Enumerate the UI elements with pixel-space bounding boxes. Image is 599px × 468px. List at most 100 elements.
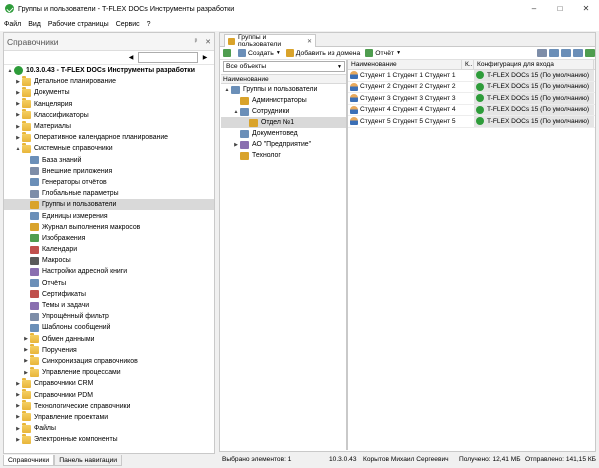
tree-node[interactable]: ▲ 10.3.0.43 - T-FLEX DOCs Инструменты раз… (4, 65, 214, 76)
expand-icon[interactable]: ▶ (14, 90, 22, 96)
reports-button[interactable]: Отчёт ▼ (365, 49, 401, 57)
tree-node[interactable]: ▶ Классификаторы (4, 109, 214, 121)
expand-icon[interactable]: ▶ (232, 142, 240, 148)
tree-node[interactable]: ▶ Технологические справочники (4, 400, 214, 412)
tree-node[interactable]: Упрощённый фильтр (4, 311, 214, 322)
table-row[interactable]: Студент 2 Студент 2 Студент 2 T-FLEX DOCs… (348, 81, 595, 93)
menu-item[interactable]: Сервис (116, 21, 140, 28)
tree-node[interactable]: ▶ Электронные компоненты (4, 433, 214, 445)
tree-node[interactable]: ▶ АО "Предприятие" (221, 139, 346, 150)
tree-node[interactable]: Настройки адресной книги (4, 266, 214, 277)
tree-node[interactable]: ▶ Материалы (4, 120, 214, 132)
objects-column-header[interactable]: Наименование (221, 74, 346, 84)
expand-icon[interactable]: ▶ (14, 381, 22, 387)
expand-icon[interactable]: ▶ (14, 437, 22, 443)
tree-node[interactable]: Отдел №1 (221, 117, 346, 128)
table-row[interactable]: Студент 3 Студент 3 Студент 3 T-FLEX DOCs… (348, 93, 595, 105)
collapse-icon[interactable]: ▲ (232, 109, 240, 115)
tree-node[interactable]: ▶ Канцелярия (4, 98, 214, 110)
pin-icon[interactable]: ᵖ (190, 38, 202, 45)
expand-icon[interactable]: ▶ (14, 414, 22, 420)
tree-node[interactable]: Сертификаты (4, 289, 214, 300)
print-icon[interactable] (537, 49, 547, 57)
expand-icon[interactable]: ▶ (14, 392, 22, 398)
column-k[interactable]: К... (462, 60, 474, 69)
tree-node[interactable]: ▶ Поручения (4, 344, 214, 356)
maximize-button[interactable]: □ (547, 0, 573, 17)
tree-node[interactable]: Единицы измерения (4, 210, 214, 221)
tree-node[interactable]: Генераторы отчётов (4, 177, 214, 188)
tree-node[interactable]: Администраторы (221, 95, 346, 106)
expand-icon[interactable]: ▶ (14, 101, 22, 107)
folder-icon (30, 333, 39, 344)
tree-node[interactable]: Изображения (4, 233, 214, 244)
table-row[interactable]: Студент 1 Студент 1 Студент 1 T-FLEX DOCs… (348, 70, 595, 82)
collapse-icon[interactable]: ▲ (6, 68, 14, 74)
tree-node[interactable]: ▶ Справочники CRM (4, 377, 214, 389)
tree-node[interactable]: Документовед (221, 128, 346, 139)
tab-groups-and-users[interactable]: Группы и пользователи ✕ (224, 34, 316, 48)
nav-back-button[interactable]: ◀ (126, 54, 136, 61)
expand-icon[interactable]: ▶ (14, 124, 22, 130)
tree-node[interactable]: Группы и пользователи (4, 199, 214, 211)
expand-icon[interactable]: ▶ (22, 336, 30, 342)
tree-node[interactable]: Технолог (221, 150, 346, 161)
view-icon[interactable] (549, 49, 559, 57)
expand-icon[interactable]: ▶ (22, 370, 30, 376)
tree-node[interactable]: ▶ Оперативное календарное планирование (4, 131, 214, 143)
tree-node[interactable]: Глобальные параметры (4, 188, 214, 199)
tree-node[interactable]: ▲ Группы и пользователи (221, 84, 346, 95)
columns-icon[interactable] (573, 49, 583, 57)
expand-icon[interactable]: ▶ (14, 112, 22, 118)
collapse-icon[interactable]: ▲ (14, 146, 22, 152)
expand-icon[interactable]: ▶ (22, 358, 30, 364)
objects-filter-select[interactable]: Все объекты ▼ (223, 61, 345, 72)
tree-node[interactable]: ▶ Синхронизация справочников (4, 355, 214, 367)
tree-node[interactable]: ▲ Системные справочники (4, 142, 214, 154)
add-from-domain-button[interactable]: Добавить из домена (285, 49, 360, 57)
close-button[interactable]: ✕ (573, 0, 599, 17)
menu-item[interactable]: Рабочие страницы (48, 21, 109, 28)
tree-node[interactable]: Отчёты (4, 278, 214, 289)
refresh-button[interactable] (223, 49, 233, 57)
tree-node[interactable]: База знаний (4, 155, 214, 166)
collapse-icon[interactable]: ▲ (223, 87, 231, 93)
minimize-button[interactable]: – (521, 0, 547, 17)
table-row[interactable]: Студент 4 Студент 4 Студент 4 T-FLEX DOCs… (348, 104, 595, 116)
menu-item[interactable]: Вид (28, 21, 41, 28)
tree-node[interactable]: Календари (4, 244, 214, 255)
tree-node[interactable]: Темы и задачи (4, 300, 214, 311)
tree-node[interactable]: ▶ Файлы (4, 422, 214, 434)
tree-node[interactable]: Журнал выполнения макросов (4, 222, 214, 233)
tree-node[interactable]: ▶ Детальное планирование (4, 75, 214, 87)
tree-node[interactable]: Макросы (4, 255, 214, 266)
tree-node[interactable]: ▶ Управление процессами (4, 366, 214, 378)
tree-node[interactable]: ▶ Управление проектами (4, 411, 214, 423)
tree-node[interactable]: ▶ Обмен данными (4, 333, 214, 345)
menu-item[interactable]: ? (147, 21, 151, 28)
config-name: T-FLEX DOCs 15 (По умолчанию) (487, 83, 590, 91)
tree-node[interactable]: ▲ Сотрудники (221, 106, 346, 117)
tab-navigation-panel[interactable]: Панель навигации (54, 455, 123, 466)
nav-forward-button[interactable]: ▶ (200, 54, 210, 61)
sync-icon[interactable] (585, 49, 595, 57)
expand-icon[interactable]: ▶ (14, 426, 22, 432)
expand-icon[interactable]: ▶ (14, 135, 22, 141)
create-button[interactable]: Создать ▼ (238, 49, 281, 57)
expand-icon[interactable]: ▶ (22, 347, 30, 353)
menu-item[interactable]: Файл (4, 21, 21, 28)
layout-icon[interactable] (561, 49, 571, 57)
tree-node[interactable]: ▶ Документы (4, 86, 214, 98)
tree-node[interactable]: Шаблоны сообщений (4, 322, 214, 333)
tab-directories[interactable]: Справочники (3, 455, 55, 466)
column-login-config[interactable]: Конфигурация для входа (474, 60, 594, 69)
tree-node[interactable]: Внешние приложения (4, 166, 214, 177)
table-row[interactable]: Студент 5 Студент 5 Студент 5 T-FLEX DOCs… (348, 116, 595, 128)
column-name[interactable]: Наименование (348, 60, 462, 69)
tab-close-icon[interactable]: ✕ (307, 38, 312, 45)
tree-node[interactable]: ▶ Справочники PDM (4, 389, 214, 400)
panel-close-icon[interactable]: ✕ (202, 38, 214, 46)
expand-icon[interactable]: ▶ (14, 79, 22, 85)
expand-icon[interactable]: ▶ (14, 403, 22, 409)
panel-search-input[interactable] (138, 52, 198, 63)
